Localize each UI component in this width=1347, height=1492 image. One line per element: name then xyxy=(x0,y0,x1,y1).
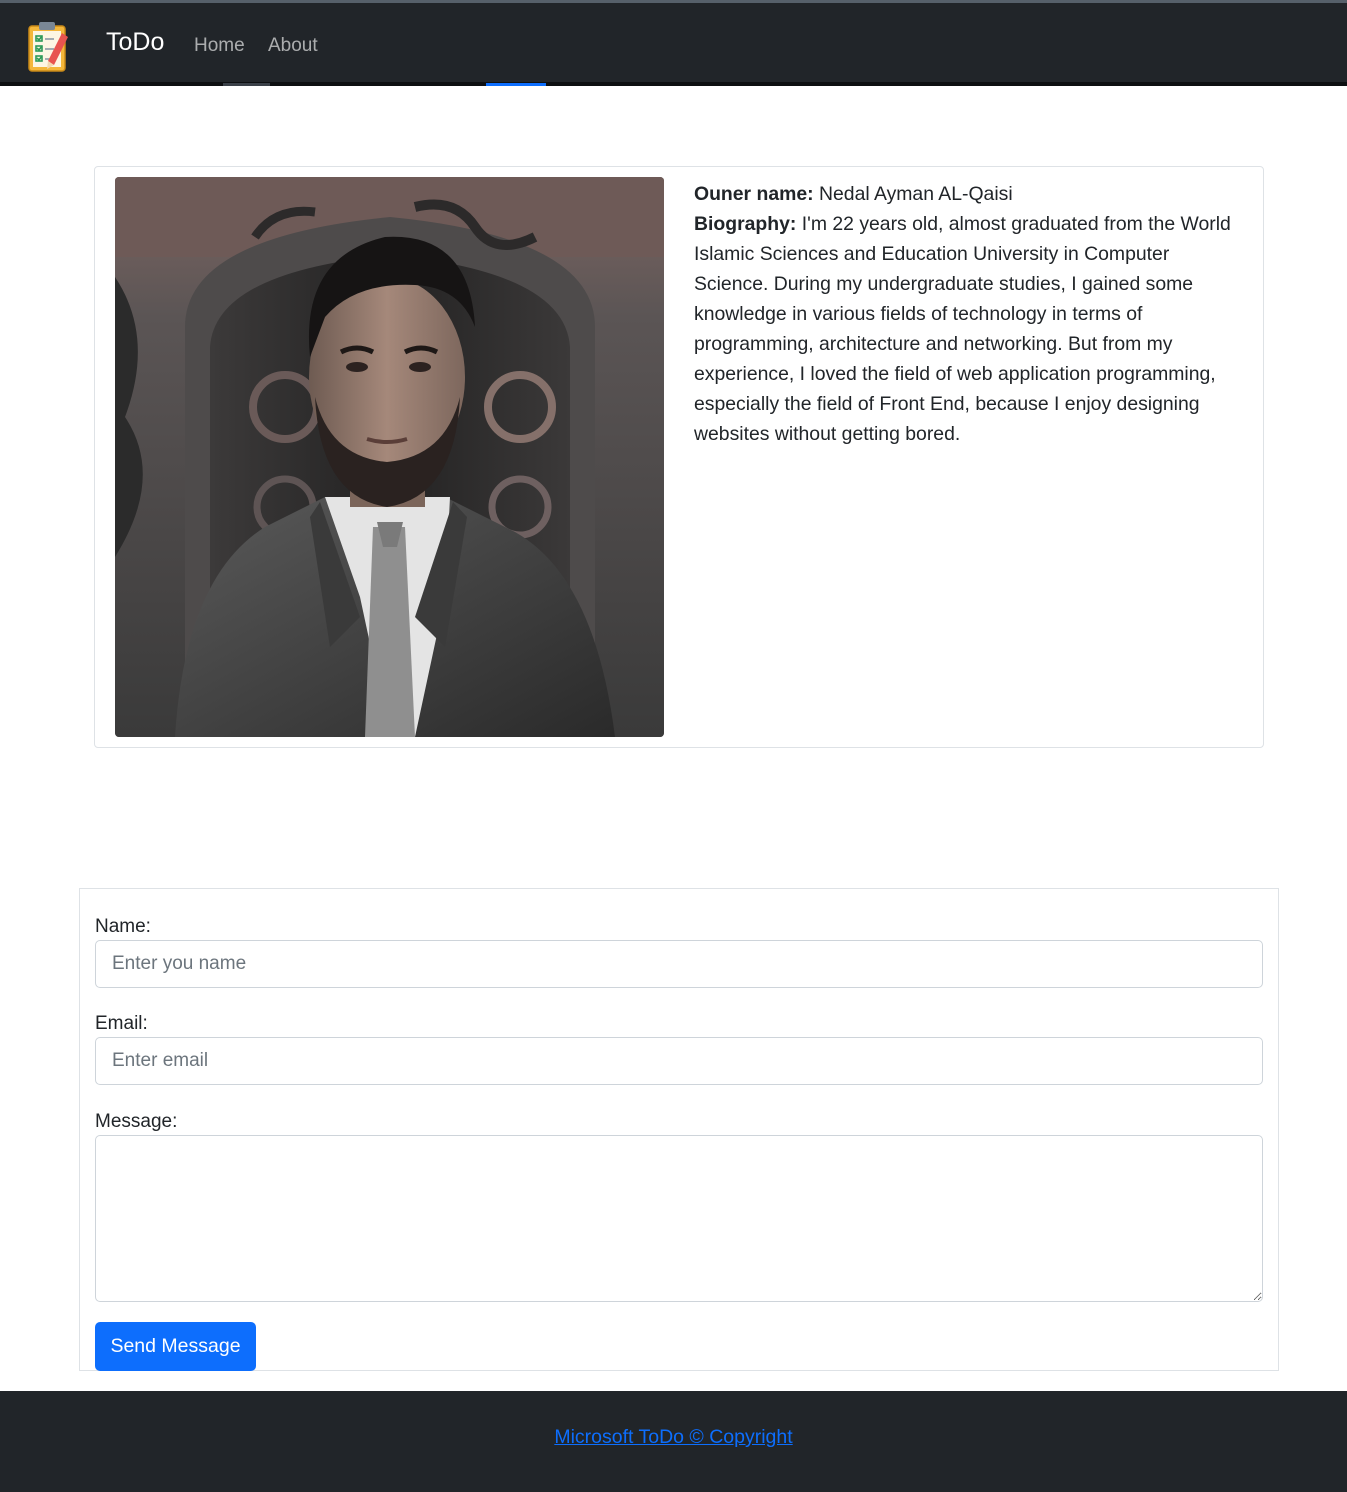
biography-label: Biography: xyxy=(694,213,797,235)
name-input[interactable] xyxy=(95,940,1263,988)
top-navbar: ToDo Home About xyxy=(0,0,1347,86)
name-label: Name: xyxy=(95,916,151,937)
message-textarea[interactable] xyxy=(95,1135,1263,1302)
copyright-link[interactable]: Microsoft ToDo © Copyright xyxy=(554,1426,792,1448)
nav-link-home[interactable]: Home xyxy=(194,34,245,58)
profile-card: Ouner name: Nedal Ayman AL-Qaisi Biograp… xyxy=(94,166,1264,748)
page-footer: Microsoft ToDo © Copyright xyxy=(0,1391,1347,1492)
nav-link-about[interactable]: About xyxy=(268,34,318,58)
email-label: Email: xyxy=(95,1013,148,1034)
profile-photo xyxy=(115,177,664,737)
contact-form: Name: Email: Message: Send Message xyxy=(79,888,1279,1371)
footer-copyright: Microsoft ToDo © Copyright xyxy=(0,1425,1347,1449)
profile-details: Ouner name: Nedal Ayman AL-Qaisi Biograp… xyxy=(694,179,1244,449)
nav-active-indicator xyxy=(223,83,270,86)
owner-name-label: Ouner name: xyxy=(694,183,814,205)
brand-title[interactable]: ToDo xyxy=(106,27,164,57)
owner-name-value: Nedal Ayman AL-Qaisi xyxy=(819,183,1013,205)
email-input[interactable] xyxy=(95,1037,1263,1085)
biography-text: I'm 22 years old, almost graduated from … xyxy=(694,213,1231,445)
clipboard-checklist-icon[interactable] xyxy=(26,19,72,73)
message-label: Message: xyxy=(95,1111,178,1132)
send-message-button[interactable]: Send Message xyxy=(95,1322,256,1371)
nav-focus-indicator xyxy=(486,83,546,86)
